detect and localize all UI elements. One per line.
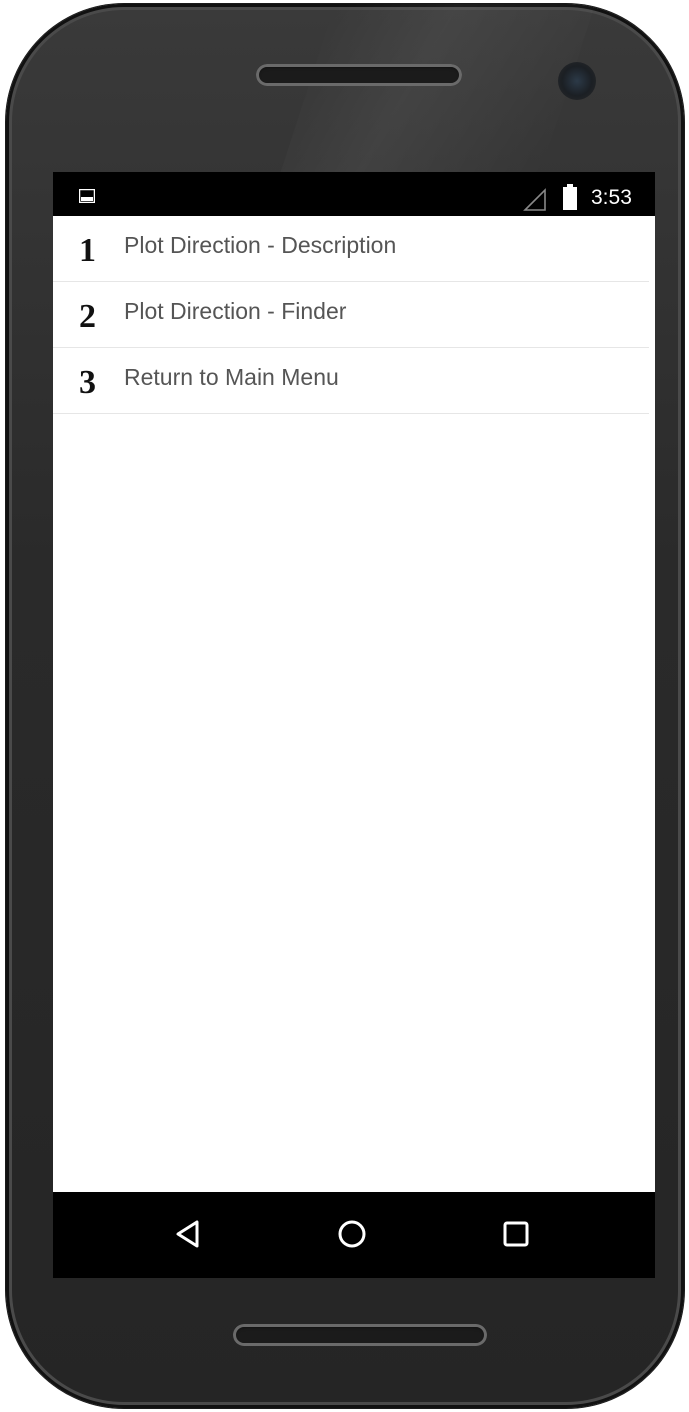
home-button[interactable] <box>332 1214 372 1254</box>
screen: 3:53 1 Plot Direction - Description 2 Pl… <box>53 172 655 1278</box>
status-bar: 3:53 <box>53 172 655 216</box>
menu-item-label: Plot Direction - Description <box>124 232 397 258</box>
back-button[interactable] <box>168 1214 208 1254</box>
menu-item-number: 1 <box>79 232 96 269</box>
front-camera <box>558 62 596 100</box>
recents-button[interactable] <box>496 1214 536 1254</box>
status-time: 3:53 <box>591 186 632 209</box>
home-circle-icon <box>338 1220 366 1248</box>
bottom-speaker <box>233 1324 487 1346</box>
menu-item-number: 2 <box>79 298 96 335</box>
phone-sheen <box>276 4 596 184</box>
navigation-bar <box>53 1192 655 1278</box>
menu-list: 1 Plot Direction - Description 2 Plot Di… <box>53 216 649 414</box>
menu-item-plot-direction-finder[interactable]: 2 Plot Direction - Finder <box>53 282 649 348</box>
menu-item-number: 3 <box>79 364 96 401</box>
top-speaker <box>256 64 462 86</box>
back-triangle-icon <box>176 1220 199 1248</box>
menu-item-label: Plot Direction - Finder <box>124 298 347 324</box>
menu-item-return-to-main-menu[interactable]: 3 Return to Main Menu <box>53 348 649 414</box>
image-notification-icon <box>78 188 96 204</box>
menu-item-plot-direction-description[interactable]: 1 Plot Direction - Description <box>53 216 649 282</box>
recents-square-icon <box>503 1221 529 1247</box>
signal-icon <box>523 188 547 212</box>
menu-item-label: Return to Main Menu <box>124 364 339 390</box>
battery-icon <box>563 184 577 210</box>
